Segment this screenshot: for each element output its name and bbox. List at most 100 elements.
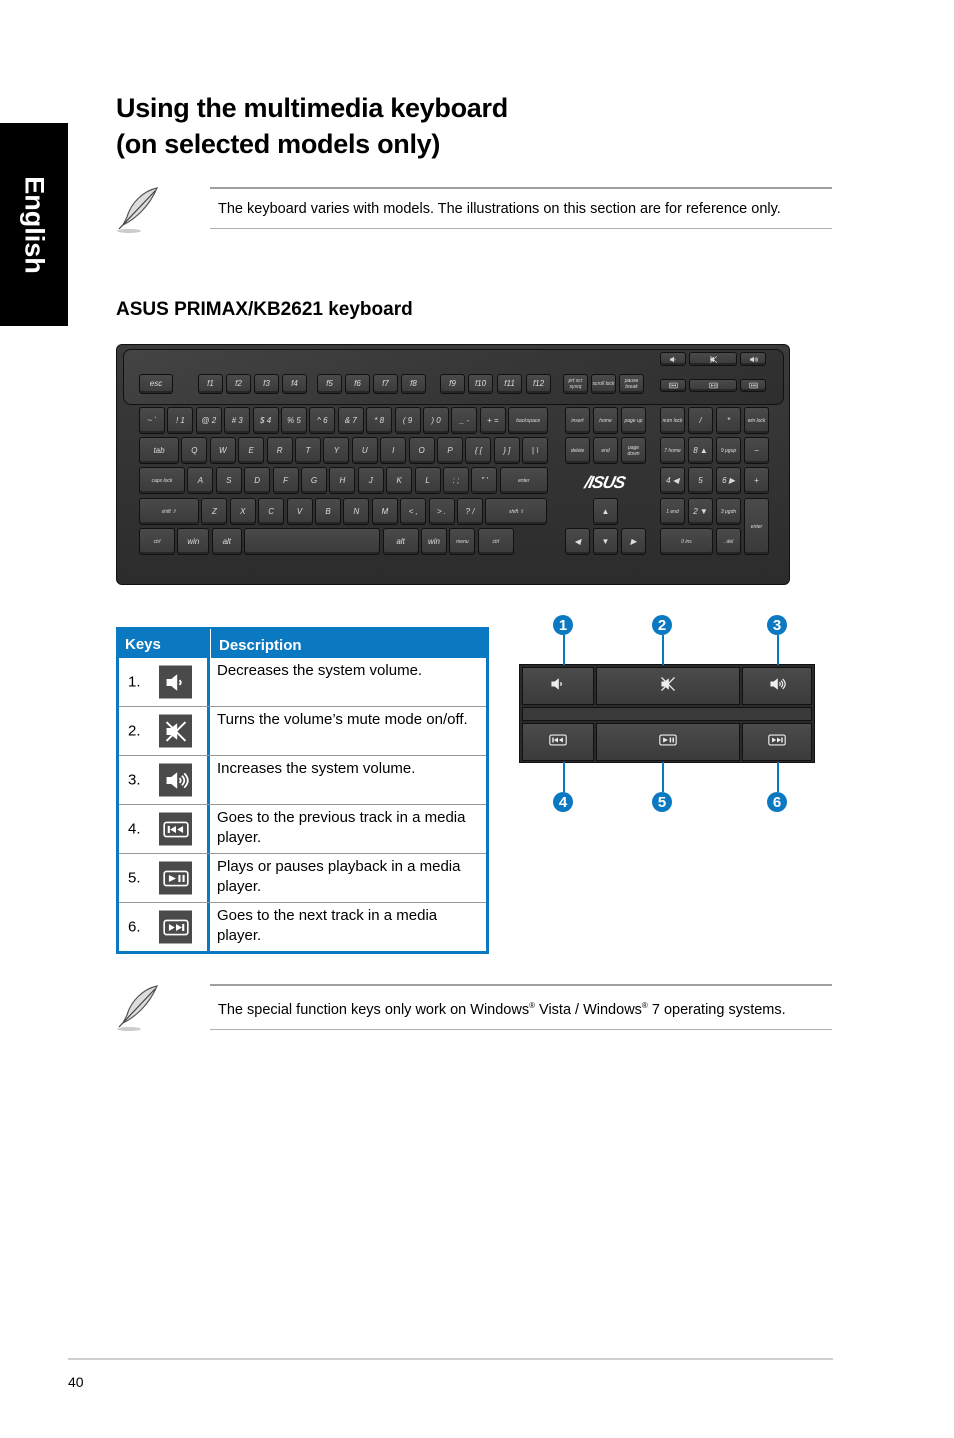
keyboard-key: W	[209, 437, 236, 464]
section-subtitle: ASUS PRIMAX/KB2621 keyboard	[116, 299, 413, 320]
key-esc: esc	[139, 374, 173, 394]
keyboard-key: < ,	[400, 498, 427, 525]
key-cell: 2.	[119, 707, 210, 755]
keyboard-numpad-key: *	[716, 407, 741, 434]
table-row: 3. Increases the system volume.	[119, 755, 486, 804]
keyboard-numpad-key: /	[688, 407, 713, 434]
keyboard-key: ! 1	[167, 407, 194, 434]
row-number: 4.	[128, 820, 141, 838]
next-track-icon	[159, 910, 192, 944]
keyboard-nav-key: delete	[565, 437, 590, 464]
page-number: 40	[68, 1374, 84, 1390]
table-row: 1. Decreases the system volume.	[119, 658, 486, 706]
callout-leader	[777, 635, 779, 665]
keyboard-key: ) 0	[423, 407, 449, 434]
keyboard-previous-track-key	[660, 379, 686, 392]
note-box: The special function keys only work on W…	[210, 984, 832, 1030]
keyboard-key: backspace	[508, 407, 549, 434]
volume-down-icon	[159, 665, 192, 699]
keyboard-key: : ;	[443, 467, 469, 494]
keyboard-key: O	[408, 437, 435, 464]
keyboard-key: F	[272, 467, 299, 494]
keyboard-next-track-key	[740, 379, 766, 392]
table-row: 2. Turns the volume’s mute mode on/off.	[119, 706, 486, 755]
keyboard-key: ~ `	[139, 407, 165, 434]
asus-logo: /ISUS	[583, 473, 627, 492]
key-sys: scroll lock	[591, 374, 616, 394]
table-header: Keys Description	[119, 628, 486, 660]
key-f8: f8	[401, 374, 426, 394]
keyboard-arrow-key: ▶	[621, 528, 646, 555]
key-sys: prt scr sysrq	[563, 374, 588, 394]
keyboard-key: _ -	[451, 407, 478, 434]
previous-track-icon	[159, 812, 192, 846]
keyboard-key: | \	[522, 437, 549, 464]
table-row: 4. Goes to the previous track in a media …	[119, 804, 486, 853]
previous-track-icon	[549, 731, 567, 754]
keyboard-key: shift ⇧	[485, 498, 548, 525]
keyboard-key: U	[351, 437, 378, 464]
keyboard-key: L	[414, 467, 441, 494]
volume-down-icon	[549, 675, 567, 698]
key-sys: pause break	[619, 374, 644, 394]
keyboard-numpad-key: 7 home	[660, 437, 685, 464]
description-cell: Goes to the next track in a media player…	[217, 907, 438, 944]
language-tab: English	[0, 123, 68, 326]
key-cell: 4.	[119, 805, 210, 853]
callout-leader	[777, 762, 779, 792]
keyboard-key: caps lock	[139, 467, 185, 494]
key-f4: f4	[282, 374, 307, 394]
keyboard-key: alt	[211, 528, 242, 555]
keyboard-nav-key: insert	[565, 407, 590, 434]
key-cell: 6.	[119, 903, 210, 951]
row-number: 5.	[128, 869, 141, 887]
volume-up-key	[742, 667, 812, 705]
note-feather-icon	[117, 985, 159, 1031]
keyboard-illustration: esc f1 f2 f3 f4 f5 f6 f7 f8 f9 f10 f11 f12 prt scr sy…	[116, 344, 790, 585]
keyboard-nav-key: end	[593, 437, 618, 464]
keyboard-key: tab	[139, 437, 179, 464]
keyboard-numpad-key: 9 pgup	[716, 437, 741, 464]
key-cell: 5.	[119, 854, 210, 902]
mute-key	[596, 667, 740, 705]
keyboard-key: ctrl	[477, 528, 514, 555]
footer-rule	[68, 1358, 833, 1360]
row-number: 1.	[128, 673, 141, 691]
header-keys: Keys	[125, 635, 161, 653]
keyboard-numpad-key: +	[744, 467, 769, 494]
keyboard-key: enter	[499, 467, 548, 494]
keyboard-key	[244, 528, 381, 555]
keyboard-arrow-key: ◀	[565, 528, 590, 555]
keyboard-key: V	[286, 498, 313, 525]
play-pause-key	[596, 723, 740, 761]
keyboard-mute-key	[689, 352, 737, 366]
keyboard-key: ^ 6	[309, 407, 336, 434]
keyboard-key: B	[315, 498, 341, 525]
row-number: 6.	[128, 918, 141, 936]
mute-icon	[659, 675, 677, 698]
header-description: Description	[210, 628, 486, 660]
keys-table: Keys Description 1. Decreases the system …	[116, 627, 489, 954]
callout-badge: 3	[767, 615, 787, 635]
keyboard-key: E	[238, 437, 265, 464]
description-cell: Goes to the previous track in a media pl…	[217, 809, 466, 846]
keyboard-numpad-key: . del	[716, 528, 741, 555]
keyboard-key: win	[421, 528, 447, 555]
keyboard-numpad-key: 3 pgdn	[716, 498, 741, 525]
table-row: 5. Plays or pauses playback in a media pl…	[119, 853, 486, 902]
callout-leader	[662, 762, 664, 792]
page-title: Using the multimedia keyboard (on select…	[116, 93, 508, 159]
keyboard-key: alt	[382, 528, 419, 555]
description-cell: Plays or pauses playback in a media play…	[217, 858, 461, 895]
table-row: 6. Goes to the next track in a media play…	[119, 902, 486, 951]
keyboard-key: N	[343, 498, 370, 525]
keyboard-key: " '	[471, 467, 498, 494]
key-f6: f6	[345, 374, 370, 394]
callout-leader	[563, 762, 565, 792]
key-cell: 1.	[119, 658, 210, 706]
keyboard-nav-key: page down	[621, 437, 646, 464]
note-text: The special function keys only work on W…	[218, 1001, 786, 1018]
keyboard-key: win	[177, 528, 210, 555]
key-f10: f10	[468, 374, 493, 394]
keyboard-numpad-key: 6 ▶	[716, 467, 741, 494]
